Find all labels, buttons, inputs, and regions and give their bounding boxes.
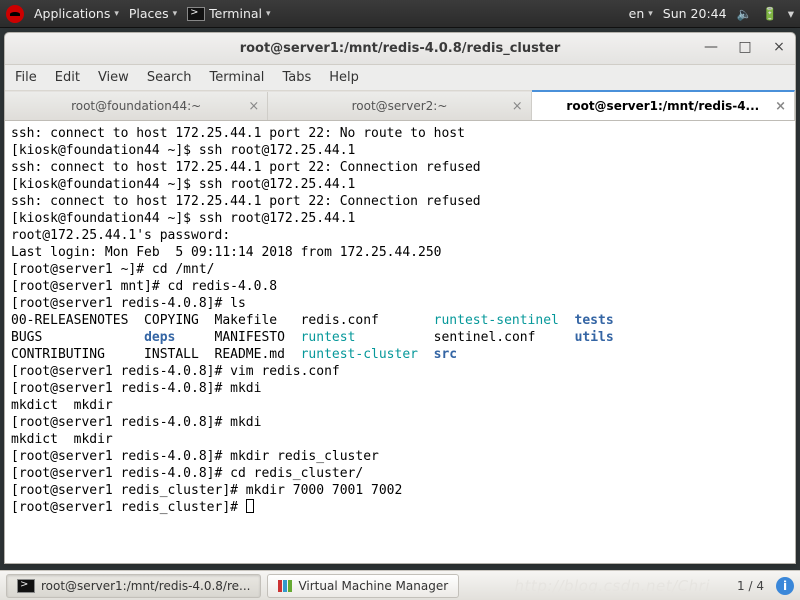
tab-label: root@foundation44:~ (71, 99, 201, 113)
tab-close-icon[interactable]: × (775, 99, 786, 114)
terminal-line: [root@server1 redis-4.0.8]# ls (11, 295, 789, 312)
menu-search[interactable]: Search (147, 70, 192, 85)
vmm-icon (278, 580, 292, 592)
terminal-line: mkdict mkdir (11, 397, 789, 414)
terminal-line: ssh: connect to host 172.25.44.1 port 22… (11, 193, 789, 210)
info-badge-icon[interactable]: i (776, 577, 794, 595)
tab-close-icon[interactable]: × (512, 99, 523, 114)
watermark-text: http://blog.csdn.net/Chri (515, 577, 710, 595)
bottom-taskbar: root@server1:/mnt/redis-4.0.8/re... Virt… (0, 570, 800, 600)
menu-help[interactable]: Help (329, 70, 359, 85)
terminal-line: mkdict mkdir (11, 431, 789, 448)
window-titlebar[interactable]: root@server1:/mnt/redis-4.0.8/redis_clus… (5, 33, 795, 65)
applications-menu[interactable]: Applications ▾ (34, 6, 119, 21)
user-menu-caret-icon[interactable]: ▾ (788, 6, 794, 21)
taskbar-button-vmm[interactable]: Virtual Machine Manager (267, 574, 459, 598)
terminal-icon (187, 7, 205, 21)
input-language[interactable]: en ▾ (629, 6, 653, 21)
terminal-line: ssh: connect to host 172.25.44.1 port 22… (11, 159, 789, 176)
places-label: Places (129, 6, 169, 21)
terminal-line: [root@server1 ~]# cd /mnt/ (11, 261, 789, 278)
caret-down-icon: ▾ (173, 9, 178, 19)
places-menu[interactable]: Places ▾ (129, 6, 177, 21)
maximize-button[interactable]: □ (735, 39, 755, 55)
taskbar-button-label: Virtual Machine Manager (298, 579, 448, 593)
caret-down-icon: ▾ (648, 9, 653, 19)
menu-file[interactable]: File (15, 70, 37, 85)
terminal-line: [root@server1 redis-4.0.8]# mkdir redis_… (11, 448, 789, 465)
input-language-label: en (629, 6, 645, 21)
taskbar-button-label: root@server1:/mnt/redis-4.0.8/re... (41, 579, 250, 593)
terminal-line: [root@server1 redis-4.0.8]# mkdi (11, 380, 789, 397)
menubar: File Edit View Search Terminal Tabs Help (5, 65, 795, 91)
terminal-line: [root@server1 redis-4.0.8]# mkdi (11, 414, 789, 431)
window-controls: — □ × (701, 39, 789, 55)
terminal-line: root@172.25.44.1's password: (11, 227, 789, 244)
redhat-logo-icon (6, 5, 24, 23)
tab-close-icon[interactable]: × (248, 99, 259, 114)
terminal-line: [root@server1 redis-4.0.8]# vim redis.co… (11, 363, 789, 380)
terminal-line: Last login: Mon Feb 5 09:11:14 2018 from… (11, 244, 789, 261)
caret-down-icon: ▾ (266, 9, 271, 19)
tab-label: root@server1:/mnt/redis-4... (566, 99, 759, 113)
terminal-tab[interactable]: root@server1:/mnt/redis-4... × (532, 90, 795, 120)
terminal-line: ssh: connect to host 172.25.44.1 port 22… (11, 125, 789, 142)
terminal-line: 00-RELEASENOTES COPYING Makefile redis.c… (11, 312, 789, 329)
minimize-button[interactable]: — (701, 39, 721, 55)
battery-icon[interactable]: 🔋 (762, 6, 778, 22)
terminal-icon (17, 579, 35, 593)
terminal-line: [kiosk@foundation44 ~]$ ssh root@172.25.… (11, 176, 789, 193)
menu-tabs[interactable]: Tabs (282, 70, 311, 85)
terminal-line: [root@server1 redis-4.0.8]# cd redis_clu… (11, 465, 789, 482)
terminal-line: BUGS deps MANIFESTO runtest sentinel.con… (11, 329, 789, 346)
terminal-line: [root@server1 redis_cluster]# mkdir 7000… (11, 482, 789, 499)
terminal-tabbar: root@foundation44:~ × root@server2:~ × r… (5, 91, 795, 121)
caret-down-icon: ▾ (114, 9, 119, 19)
active-app-label: Terminal (209, 6, 262, 21)
close-button[interactable]: × (769, 39, 789, 55)
window-title: root@server1:/mnt/redis-4.0.8/redis_clus… (240, 41, 561, 56)
terminal-content[interactable]: ssh: connect to host 172.25.44.1 port 22… (5, 121, 795, 563)
terminal-line: [kiosk@foundation44 ~]$ ssh root@172.25.… (11, 142, 789, 159)
tab-label: root@server2:~ (352, 99, 448, 113)
menu-view[interactable]: View (98, 70, 129, 85)
clock-label: Sun 20:44 (663, 6, 727, 21)
gnome-top-panel: Applications ▾ Places ▾ Terminal ▾ en ▾ … (0, 0, 800, 28)
applications-label: Applications (34, 6, 110, 21)
volume-icon[interactable]: 🔈 (737, 6, 753, 22)
terminal-tab[interactable]: root@server2:~ × (268, 92, 531, 120)
clock[interactable]: Sun 20:44 (663, 6, 727, 21)
terminal-tab[interactable]: root@foundation44:~ × (5, 92, 268, 120)
terminal-line: [kiosk@foundation44 ~]$ ssh root@172.25.… (11, 210, 789, 227)
terminal-cursor (246, 499, 254, 513)
taskbar-button-terminal[interactable]: root@server1:/mnt/redis-4.0.8/re... (6, 574, 261, 598)
terminal-line: [root@server1 redis_cluster]# (11, 499, 789, 516)
menu-edit[interactable]: Edit (55, 70, 80, 85)
terminal-window: root@server1:/mnt/redis-4.0.8/redis_clus… (4, 32, 796, 564)
terminal-line: [root@server1 mnt]# cd redis-4.0.8 (11, 278, 789, 295)
terminal-line: CONTRIBUTING INSTALL README.md runtest-c… (11, 346, 789, 363)
workspace-indicator[interactable]: 1 / 4 (737, 579, 764, 593)
active-app-indicator[interactable]: Terminal ▾ (187, 6, 270, 21)
menu-terminal[interactable]: Terminal (209, 70, 264, 85)
